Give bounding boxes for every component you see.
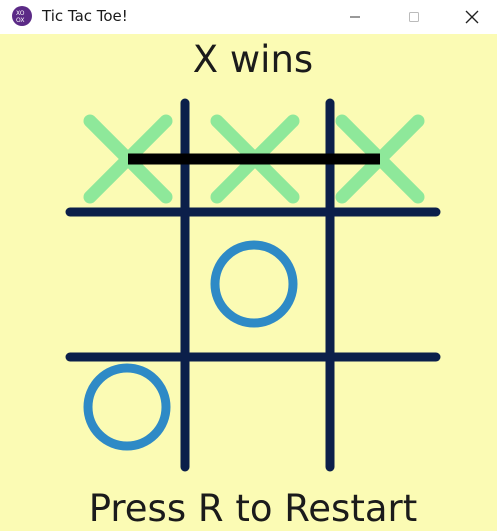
game-window: XO OX Tic Tac Toe! X wins Press R to Res… — [0, 0, 497, 531]
board-cell-1-0[interactable] — [70, 212, 185, 357]
restart-hint: Press R to Restart — [88, 487, 418, 530]
board-cell-2-1[interactable] — [185, 357, 330, 467]
board-cell-1-1[interactable] — [185, 212, 330, 357]
board-cell-1-2[interactable] — [330, 212, 436, 357]
game-board — [65, 98, 441, 472]
board-cell-2-2[interactable] — [330, 357, 436, 467]
